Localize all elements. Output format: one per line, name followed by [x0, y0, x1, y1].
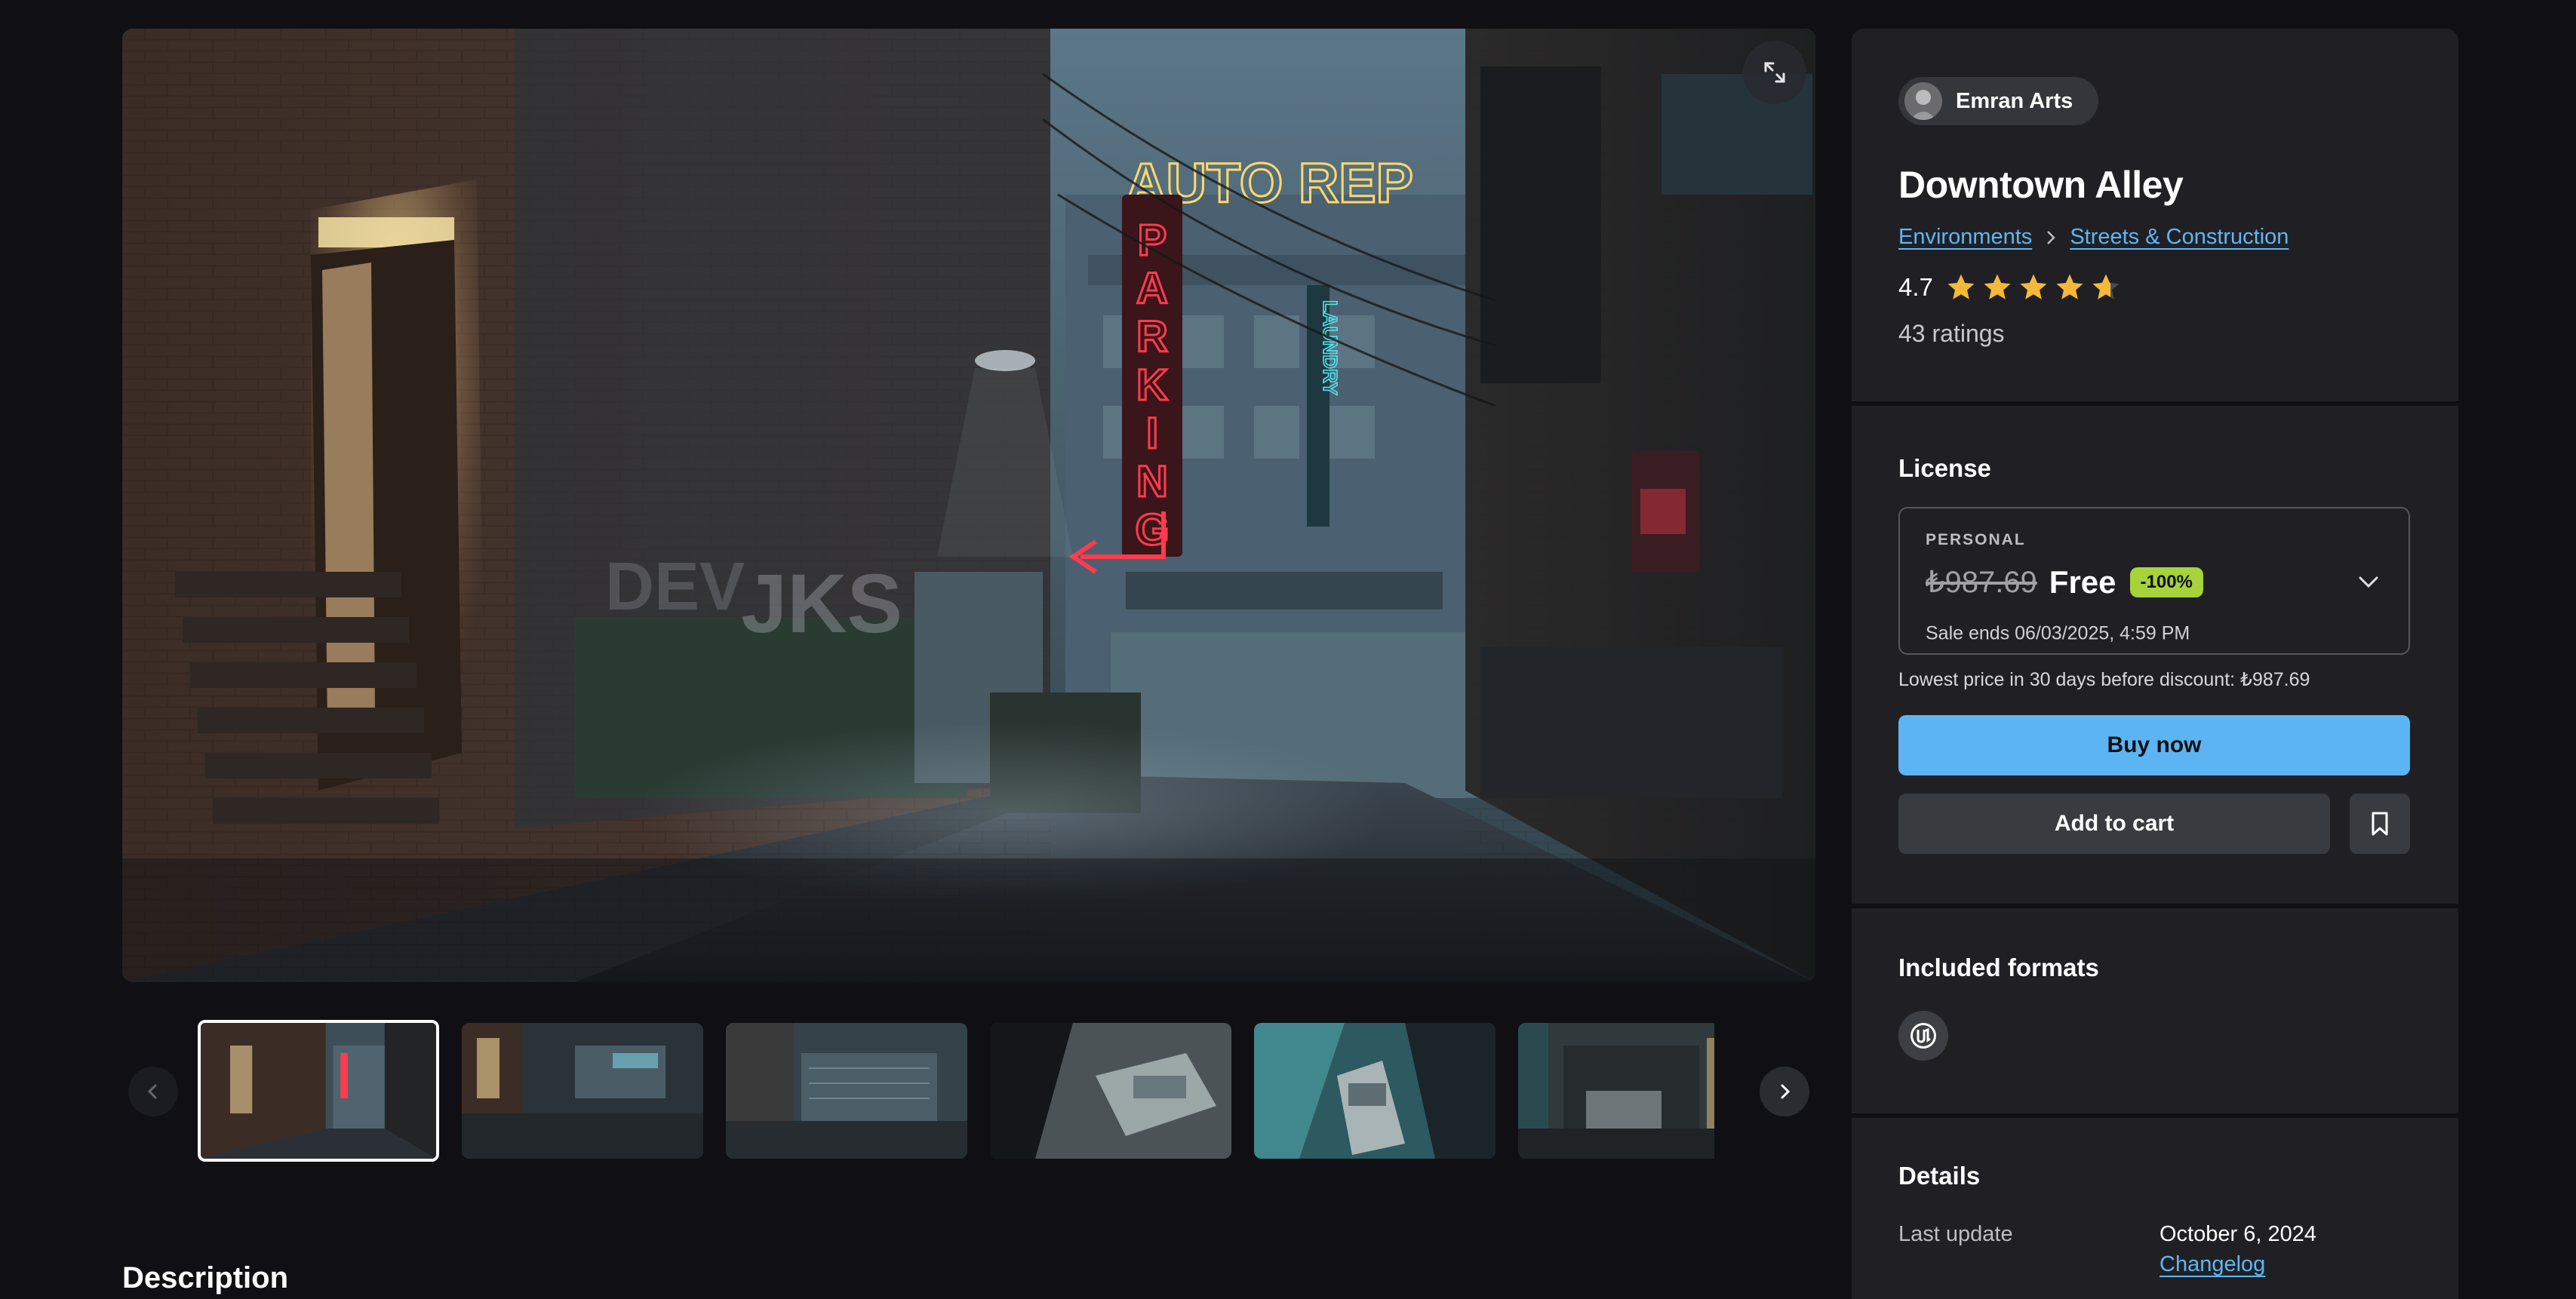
unreal-engine-icon: [1898, 1011, 1948, 1061]
star-icon: [2056, 274, 2083, 299]
details-heading: Details: [1898, 1162, 1981, 1190]
breadcrumb-streets-link[interactable]: Streets & Construction: [2070, 225, 2289, 250]
included-formats-heading: Included formats: [1898, 954, 2099, 981]
wishlist-button[interactable]: [2350, 794, 2410, 854]
svg-text:LAUNDRY: LAUNDRY: [1319, 300, 1342, 395]
add-to-cart-button[interactable]: Add to cart: [1898, 794, 2330, 854]
thumbnail-image: [462, 1023, 703, 1159]
seller-chip[interactable]: Emran Arts: [1898, 77, 2099, 125]
svg-text:P: P: [1138, 216, 1167, 265]
discount-badge: -100%: [2129, 567, 2203, 597]
thumbnail-image: [1254, 1023, 1495, 1159]
rating-value: 4.7: [1898, 273, 1933, 301]
star-half-icon: [2092, 274, 2120, 299]
chevron-right-icon: [2044, 229, 2058, 246]
svg-text:I: I: [1146, 409, 1158, 458]
svg-text:JKS: JKS: [741, 557, 902, 650]
product-page: DEV JKS AUTO REP P A R K I N G LAUNDRY D…: [0, 0, 2576, 1299]
breadcrumb-environments-link[interactable]: Environments: [1898, 225, 2032, 250]
price-row: ₺987.69 Free -100%: [1926, 564, 2203, 600]
ratings-count: 43 ratings: [1898, 320, 2005, 347]
current-price: Free: [2049, 564, 2116, 600]
product-sidebar: Emran Arts Downtown Alley Environments S…: [1852, 29, 2458, 1299]
expand-icon: [1764, 62, 1785, 83]
lowest-price-note: Lowest price in 30 days before discount:…: [1898, 669, 2310, 690]
svg-text:N: N: [1136, 457, 1168, 506]
thumbnail-list: [198, 1020, 1714, 1163]
changelog-link[interactable]: Changelog: [2159, 1252, 2265, 1277]
star-icon: [2020, 274, 2047, 299]
chevron-left-icon: [147, 1084, 157, 1099]
thumbnail-1[interactable]: [198, 1020, 439, 1162]
media-viewer[interactable]: DEV JKS AUTO REP P A R K I N G LAUNDRY: [122, 29, 1815, 982]
thumbnail-5[interactable]: [1254, 1023, 1495, 1159]
breadcrumb: Environments Streets & Construction: [1898, 225, 2289, 250]
rating: 4.7: [1898, 272, 2122, 303]
thumbnail-image: [726, 1023, 967, 1159]
license-heading: License: [1898, 454, 1991, 482]
buy-now-button[interactable]: Buy now: [1898, 715, 2410, 775]
license-tier: PERSONAL: [1926, 531, 2026, 548]
bookmark-icon: [2372, 812, 2388, 836]
star-rating: [1945, 272, 2122, 303]
avatar: [1904, 82, 1942, 120]
svg-text:R: R: [1136, 312, 1168, 361]
thumbnail-3[interactable]: [726, 1023, 967, 1159]
chevron-down-icon: [2359, 576, 2378, 588]
last-update-value: October 6, 2024: [2159, 1222, 2316, 1246]
thumbnail-carousel: [122, 1020, 1815, 1163]
thumbnail-4[interactable]: [990, 1023, 1231, 1159]
star-icon: [1947, 274, 1975, 299]
previous-thumbnail-button[interactable]: [128, 1067, 178, 1116]
description-heading: Description: [122, 1261, 289, 1294]
thumbnail-image: [1518, 1023, 1714, 1159]
alley-render-image: DEV JKS AUTO REP P A R K I N G LAUNDRY: [122, 29, 1815, 982]
license-select[interactable]: PERSONAL ₺987.69 Free -100% Sale ends 06…: [1898, 507, 2410, 655]
original-price: ₺987.69: [1926, 566, 2037, 599]
product-title: Downtown Alley: [1898, 164, 2184, 206]
next-thumbnail-button[interactable]: [1760, 1067, 1809, 1116]
thumbnail-image: [990, 1023, 1231, 1159]
last-update-label: Last update: [1898, 1222, 2013, 1246]
thumbnail-image: [201, 1023, 436, 1159]
chevron-right-icon: [1781, 1084, 1791, 1099]
divider: [1852, 1113, 2458, 1118]
seller-name: Emran Arts: [1956, 88, 2073, 113]
svg-text:DEV: DEV: [605, 549, 745, 625]
divider: [1852, 401, 2458, 406]
thumbnail-6[interactable]: [1518, 1023, 1714, 1159]
sale-ends-text: Sale ends 06/03/2025, 4:59 PM: [1926, 622, 2190, 644]
thumbnail-2[interactable]: [462, 1023, 703, 1159]
svg-text:K: K: [1136, 361, 1168, 410]
fullscreen-button[interactable]: [1743, 41, 1806, 104]
divider: [1852, 904, 2458, 908]
star-icon: [1984, 274, 2011, 299]
svg-text:A: A: [1136, 264, 1168, 313]
